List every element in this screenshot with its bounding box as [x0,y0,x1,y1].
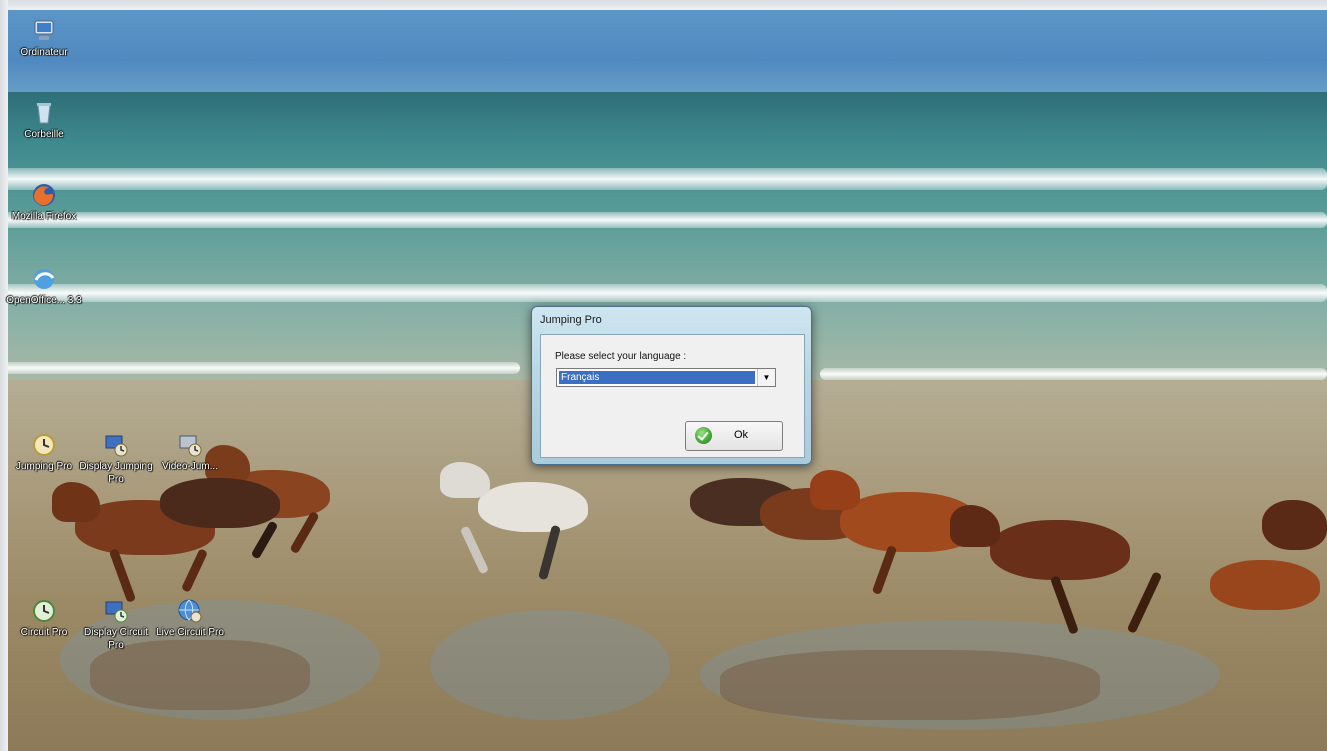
desktop-icon-label: Mozilla Firefox [11,211,77,222]
language-dialog[interactable]: Jumping Pro Please select your language … [531,306,812,465]
chevron-down-icon[interactable]: ▼ [757,369,775,386]
display-app-icon [103,432,129,458]
firefox-icon [31,182,57,208]
display-app-icon [103,598,129,624]
openoffice-icon [31,266,57,292]
desktop-icon-label: Live Circuit Pro [156,627,224,638]
globe-app-icon [177,598,203,624]
desktop-icon-label: Video-Jum... [162,461,218,472]
desktop-icon-label: OpenOffice... 3.3 [6,295,82,306]
desktop-icon-video-jumping[interactable]: Video-Jum... [150,432,230,473]
language-prompt: Please select your language : [555,351,687,362]
recycle-bin-icon [31,100,57,126]
desktop-icon-label: Display Jumping Pro [79,461,153,485]
check-icon [695,427,712,444]
desktop-icon-label: Ordinateur [20,47,68,58]
desktop-icon-label: Circuit Pro [20,627,68,638]
clock-app-icon [31,432,57,458]
desktop-icon-label: Corbeille [24,129,64,140]
desktop-icon-live-circuit-pro[interactable]: Live Circuit Pro [150,598,230,639]
ok-button-label: Ok [734,429,749,441]
desktop-icon-corbeille[interactable]: Corbeille [4,100,84,141]
desktop-icon-circuit-pro[interactable]: Circuit Pro [4,598,84,639]
desktop-icon-display-circuit-pro[interactable]: Display Circuit Pro [76,598,156,652]
dialog-title: Jumping Pro [540,314,602,326]
video-app-icon [177,432,203,458]
desktop-icon-label: Display Circuit Pro [84,627,148,651]
desktop-icon-openoffice[interactable]: OpenOffice... 3.3 [4,266,84,307]
desktop: Ordinateur Corbeille Mozilla Firefox Ope… [0,0,1327,751]
desktop-icon-ordinateur[interactable]: Ordinateur [4,18,84,59]
language-select[interactable]: Français ▼ [556,368,776,387]
dialog-body: Please select your language : Français ▼… [540,334,805,458]
desktop-icon-jumping-pro[interactable]: Jumping Pro [4,432,84,473]
desktop-icon-display-jumping-pro[interactable]: Display Jumping Pro [76,432,156,486]
ok-button[interactable]: Ok [685,421,783,451]
clock-app-icon [31,598,57,624]
language-select-value: Français [559,371,755,384]
computer-icon [31,18,57,44]
desktop-icon-label: Jumping Pro [15,461,73,472]
desktop-icon-firefox[interactable]: Mozilla Firefox [4,182,84,223]
